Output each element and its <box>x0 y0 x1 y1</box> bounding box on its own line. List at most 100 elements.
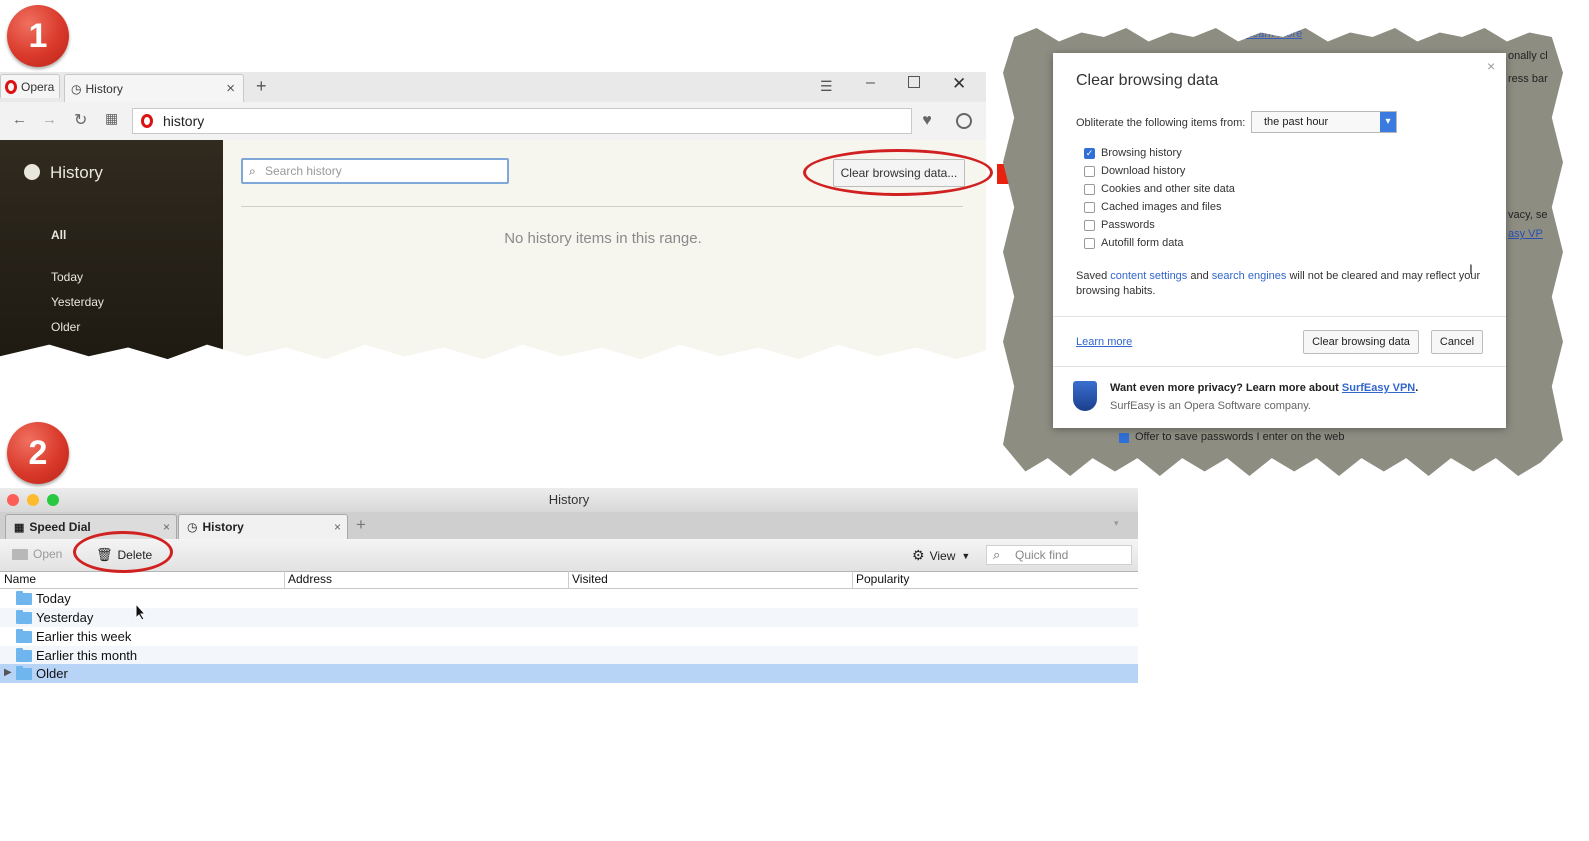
mac-tab-bar: ▦ Speed Dial × ◷ History × + ▾ <box>0 512 1138 540</box>
column-popularity[interactable]: Popularity <box>856 572 909 586</box>
column-visited[interactable]: Visited <box>572 572 608 586</box>
opera-window: Opera ◷ History × + ☰ – ✕ ← → ↻ ▦ histor… <box>0 72 986 360</box>
sidebar-item-today[interactable]: Today <box>51 270 83 284</box>
sidebar-item-all[interactable]: All <box>51 228 66 242</box>
tab-history[interactable]: ◷ History × <box>178 514 348 539</box>
history-clock-icon <box>24 164 40 180</box>
note-mid: and <box>1187 270 1212 282</box>
folder-open-icon <box>12 548 28 560</box>
folder-icon <box>16 628 32 643</box>
option-label: Cookies and other site data <box>1101 183 1235 195</box>
option-autofill[interactable]: Autofill form data <box>1084 234 1235 252</box>
search-icon: ⌕ <box>993 547 1001 562</box>
history-row-earlier-month[interactable]: Earlier this month <box>0 646 1138 665</box>
period-select[interactable]: the past hour ▾ <box>1251 111 1397 133</box>
checkbox[interactable] <box>1084 165 1095 177</box>
bg-fragment-4: asy VP <box>1508 228 1543 240</box>
history-row-earlier-week[interactable]: Earlier this week <box>0 627 1138 646</box>
history-row-yesterday[interactable]: Yesterday <box>0 608 1138 627</box>
close-window-icon[interactable]: ✕ <box>952 74 966 94</box>
search-engines-link[interactable]: search engines <box>1212 270 1287 282</box>
checkbox[interactable] <box>1084 219 1095 231</box>
dialog-cancel-button[interactable]: Cancel <box>1431 330 1483 354</box>
tab-close-icon[interactable]: × <box>226 80 235 97</box>
new-tab-icon[interactable]: + <box>256 76 267 97</box>
row-label: Earlier this week <box>36 629 132 644</box>
minimize-dot-icon[interactable] <box>27 494 39 506</box>
bg-fragment-1: onally cl <box>1508 50 1548 62</box>
checkbox-checked[interactable]: ✓ <box>1084 147 1095 159</box>
heart-icon[interactable]: ♥ <box>912 108 942 134</box>
sidebar-item-yesterday[interactable]: Yesterday <box>51 295 104 309</box>
option-browsing-history[interactable]: ✓ Browsing history <box>1084 144 1235 162</box>
option-cookies[interactable]: Cookies and other site data <box>1084 180 1235 198</box>
opera-logo-icon <box>5 79 17 94</box>
checkbox[interactable] <box>1084 201 1095 213</box>
search-placeholder: Search history <box>265 164 342 178</box>
open-button[interactable]: Open <box>12 547 62 561</box>
view-menu-button[interactable]: ⚙ View ▼ <box>912 547 970 564</box>
option-passwords[interactable]: Passwords <box>1084 216 1235 234</box>
dialog-clear-button[interactable]: Clear browsing data <box>1303 330 1419 354</box>
promo-period: . <box>1415 382 1419 394</box>
speed-dial-icon[interactable]: ▦ <box>105 110 118 127</box>
address-field[interactable]: history <box>132 108 912 134</box>
empty-message: No history items in this range. <box>504 230 702 247</box>
surfeasy-link[interactable]: SurfEasy VPN <box>1342 382 1415 394</box>
content-settings-link[interactable]: content settings <box>1110 270 1187 282</box>
option-cached-images[interactable]: Cached images and files <box>1084 198 1235 216</box>
account-icon[interactable] <box>956 113 972 129</box>
column-name[interactable]: Name <box>4 572 36 586</box>
bg-fragment-3: vacy, se <box>1508 209 1548 221</box>
folder-icon <box>16 665 32 680</box>
learn-more-link[interactable]: Learn more <box>1076 336 1132 348</box>
obliterate-label: Obliterate the following items from: <box>1076 117 1246 129</box>
restore-icon[interactable] <box>908 76 920 88</box>
history-row-older[interactable]: ▶ Older <box>0 664 1138 683</box>
tab-label: Speed Dial <box>29 520 91 534</box>
period-value: the past hour <box>1264 116 1329 128</box>
column-divider <box>852 571 853 588</box>
tab-label: History <box>202 520 244 534</box>
tab-menu-icon[interactable]: ☰ <box>820 78 833 95</box>
new-tab-icon[interactable]: + <box>356 515 366 535</box>
minimize-icon[interactable]: – <box>866 74 875 92</box>
step-badge-2: 2 <box>7 422 69 484</box>
tab-bar: Opera ◷ History × + ☰ – ✕ <box>0 72 986 103</box>
bg-offer-checkbox <box>1119 433 1129 443</box>
tab-close-icon[interactable]: × <box>163 520 170 534</box>
search-history-input[interactable]: ⌕ Search history <box>241 158 509 184</box>
divider <box>241 206 963 207</box>
disclosure-triangle-icon[interactable]: ▶ <box>4 667 12 678</box>
tab-close-icon[interactable]: × <box>334 520 341 534</box>
mac-title-bar: History <box>0 488 1138 512</box>
promo-line: Want even more privacy? Learn more about… <box>1110 382 1418 394</box>
zoom-dot-icon[interactable] <box>47 494 59 506</box>
clear-browsing-dialog: Clear browsing data × Obliterate the fol… <box>1053 53 1506 428</box>
column-divider <box>568 571 569 588</box>
tab-history[interactable]: ◷ History × <box>64 74 244 102</box>
option-label: Autofill form data <box>1101 237 1184 249</box>
row-label: Today <box>36 591 71 606</box>
option-download-history[interactable]: Download history <box>1084 162 1235 180</box>
checkbox[interactable] <box>1084 237 1095 249</box>
tab-menu-chevron-icon[interactable]: ▾ <box>1114 518 1119 529</box>
sidebar-item-older[interactable]: Older <box>51 320 80 334</box>
opera-o-icon <box>141 114 153 128</box>
chevron-down-icon: ▾ <box>1380 112 1396 132</box>
dialog-close-icon[interactable]: × <box>1487 58 1495 74</box>
window-title: History <box>548 492 590 507</box>
column-address[interactable]: Address <box>288 572 332 586</box>
highlight-ellipse <box>73 531 173 573</box>
history-row-today[interactable]: Today <box>0 589 1138 608</box>
column-header: Name Address Visited Popularity <box>0 571 1138 589</box>
forward-icon[interactable]: → <box>42 111 57 128</box>
reload-icon[interactable]: ↻ <box>74 110 87 130</box>
close-dot-icon[interactable] <box>7 494 19 506</box>
highlight-ellipse <box>803 149 993 196</box>
checkbox[interactable] <box>1084 183 1095 195</box>
history-sidebar: History All Today Yesterday Older <box>0 140 223 360</box>
back-icon[interactable]: ← <box>12 111 27 128</box>
quick-find-input[interactable]: ⌕ Quick find <box>986 545 1132 565</box>
opera-menu-tab[interactable]: Opera <box>0 74 60 98</box>
